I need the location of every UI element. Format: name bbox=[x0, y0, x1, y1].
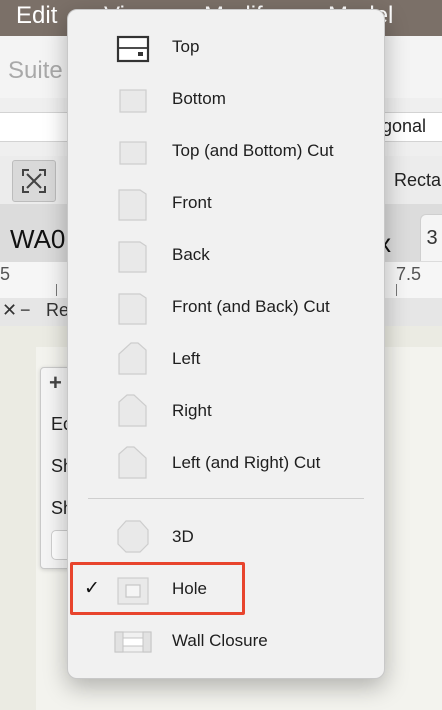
menu-item-label: 3D bbox=[172, 527, 194, 546]
menu-item-label: Top bbox=[172, 37, 200, 56]
menu-item-3d[interactable]: 3D bbox=[68, 512, 384, 564]
sub-toolbar-label: Re bbox=[46, 300, 70, 320]
close-icon[interactable]: ✕ bbox=[2, 300, 17, 321]
view-tab-title[interactable]: WA0 bbox=[10, 224, 65, 255]
menu-item-label: Left (and Right) Cut bbox=[172, 453, 321, 472]
menu-item-front[interactable]: Front bbox=[68, 178, 384, 230]
left-right-cut-icon bbox=[118, 446, 147, 479]
ruler-tick bbox=[56, 284, 57, 296]
menu-item-bottom[interactable]: Bottom bbox=[68, 74, 384, 126]
shape-label: Recta bbox=[394, 170, 442, 190]
ruler-tick bbox=[396, 284, 397, 296]
menu-item-label: Back bbox=[172, 245, 210, 264]
bottom-view-icon bbox=[119, 89, 147, 113]
shape-field-value: gonal bbox=[381, 116, 426, 136]
minus-icon[interactable]: − bbox=[20, 300, 31, 321]
top-view-icon bbox=[116, 35, 150, 63]
menu-item-label: Right bbox=[172, 401, 212, 420]
add-icon[interactable]: + bbox=[49, 370, 62, 396]
menu-item-label: Front bbox=[172, 193, 212, 212]
menu-item-label: Wall Closure bbox=[172, 631, 268, 650]
menu-item-wall-closure[interactable]: Wall Closure bbox=[68, 616, 384, 668]
front-back-cut-icon bbox=[118, 293, 147, 325]
wall-closure-icon bbox=[114, 631, 152, 653]
menu-item-front-back-cut[interactable]: Front (and Back) Cut bbox=[68, 282, 384, 334]
right-view-icon bbox=[118, 394, 147, 427]
menu-item-back[interactable]: Back bbox=[68, 230, 384, 282]
menu-item-label: Front (and Back) Cut bbox=[172, 297, 330, 316]
menu-item-label: Bottom bbox=[172, 89, 226, 108]
menu-item-top-bottom-cut[interactable]: Top (and Bottom) Cut bbox=[68, 126, 384, 178]
ruler-left-value: 5 bbox=[0, 264, 11, 284]
suite-title: Suite bbox=[8, 57, 63, 84]
move-tool-button[interactable] bbox=[12, 160, 56, 202]
menu-item-right[interactable]: Right bbox=[68, 386, 384, 438]
menu-item-left-right-cut[interactable]: Left (and Right) Cut bbox=[68, 438, 384, 490]
3d-view-icon bbox=[117, 520, 149, 553]
ruler-right-value: 7.5 bbox=[396, 264, 422, 284]
move-arrows-icon bbox=[22, 169, 46, 193]
back-view-icon bbox=[118, 241, 147, 273]
front-view-icon bbox=[118, 189, 147, 221]
menu-divider bbox=[88, 498, 364, 499]
menu-item-left[interactable]: Left bbox=[68, 334, 384, 386]
menu-edit[interactable]: Edit bbox=[16, 2, 57, 30]
menu-item-top[interactable]: Top bbox=[68, 22, 384, 74]
menu-item-label: Left bbox=[172, 349, 201, 368]
selection-highlight-box bbox=[70, 562, 245, 615]
view-tab-3[interactable]: 3 bbox=[420, 214, 442, 261]
left-view-icon bbox=[118, 342, 147, 375]
menu-item-label: Top (and Bottom) Cut bbox=[172, 141, 334, 160]
top-bottom-cut-icon bbox=[119, 141, 147, 165]
